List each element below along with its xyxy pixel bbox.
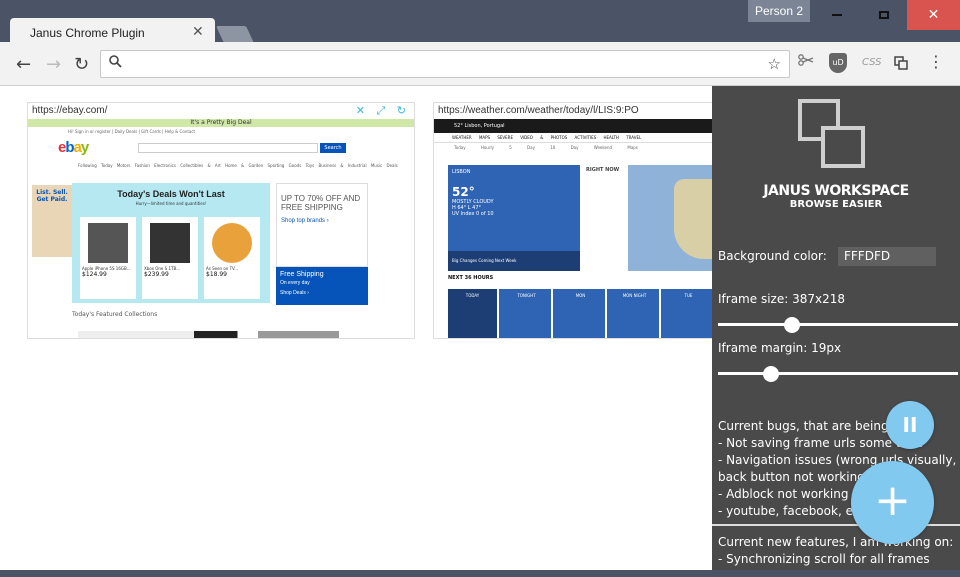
- deal-item-image: [150, 223, 190, 263]
- iframe-margin-label: Iframe margin: 19px: [718, 341, 842, 355]
- forward-button[interactable]: →: [46, 54, 61, 75]
- address-input[interactable]: [129, 53, 729, 75]
- add-frame-button[interactable]: +: [851, 461, 934, 544]
- deal-item[interactable]: Apple iPhone 5S 16GB... $124.99: [80, 217, 136, 299]
- reload-button[interactable]: ↻: [74, 54, 89, 75]
- frame-tools-icons[interactable]: ✕ ⤢ ↻: [356, 104, 410, 118]
- deal-item[interactable]: As Seen on TV... $18.99: [204, 217, 260, 299]
- right-now-label: RIGHT NOW: [586, 167, 620, 173]
- window-bottom-border: [0, 570, 960, 577]
- weather-news-bar[interactable]: Big Changes Coming Next Week: [448, 251, 580, 271]
- deal-item-image: [88, 223, 128, 263]
- tab-title: Janus Chrome Plugin: [30, 26, 145, 40]
- new-tab-button[interactable]: [216, 26, 254, 43]
- bugs-line: - Navigation issues (wrong urls visually…: [718, 453, 957, 467]
- iframe-margin-slider-track[interactable]: [718, 372, 958, 375]
- background-color-label: Background color:: [718, 249, 827, 263]
- featured-collections-strip[interactable]: [78, 331, 368, 338]
- free-shipping-banner[interactable]: Free Shipping On every day Shop Deals ›: [276, 267, 368, 305]
- back-button[interactable]: ←: [16, 54, 31, 75]
- features-line: - Synchronizing scroll for all frames: [718, 552, 930, 566]
- weather-header[interactable]: 52° Lisbon, Portugal: [434, 119, 712, 133]
- weather-subnav[interactable]: Today Hourly 5 Day 10 Day Weekend Maps: [434, 143, 712, 153]
- ebay-top-links[interactable]: Hi! Sign in or register | Daily Deals | …: [28, 127, 414, 137]
- minimize-icon: [831, 14, 842, 16]
- deal-item-image: [212, 223, 252, 263]
- deals-subtitle: Hurry—limited time and quantities!: [135, 201, 207, 206]
- ebay-search-button[interactable]: Search: [320, 143, 346, 153]
- weather-location: LISBON: [452, 169, 471, 175]
- browser-toolbar: ← → ↻ ☆ uD CSS ⋮: [0, 42, 960, 86]
- deal-item-name: Xbox One S 1TB...: [144, 266, 181, 271]
- ebay-deals-panel: Today's Deals Won't Last Hurry—limited t…: [72, 183, 270, 303]
- deal-item-price: $18.99: [206, 271, 227, 278]
- bookmark-star-icon[interactable]: ☆: [768, 55, 781, 73]
- forecast-tile[interactable]: MON: [556, 289, 607, 338]
- workspace-subtitle: BROWSE EASIER: [789, 199, 883, 210]
- ebay-logo[interactable]: ebay: [58, 139, 89, 156]
- deals-title: Today's Deals Won't Last: [117, 189, 225, 199]
- ebay-search-input[interactable]: [138, 143, 318, 153]
- deal-item-name: As Seen on TV...: [206, 266, 239, 271]
- janus-extension-icon[interactable]: [894, 56, 908, 70]
- css-extension-icon[interactable]: CSS: [862, 57, 882, 68]
- tab-close-icon[interactable]: ✕: [192, 24, 204, 40]
- shipping-title: Free Shipping: [280, 271, 324, 278]
- forecast-tile[interactable]: TUE: [664, 289, 712, 338]
- forecast-tile[interactable]: TODAY: [448, 289, 499, 338]
- iframe-size-slider-thumb[interactable]: [784, 317, 800, 333]
- weather-map[interactable]: [628, 165, 712, 271]
- frame-url[interactable]: https://weather.com/weather/today/l/LIS:…: [434, 103, 712, 119]
- maximize-button[interactable]: [860, 0, 907, 30]
- featured-collections-heading: Today's Featured Collections: [72, 311, 158, 318]
- iframe-ebay[interactable]: https://ebay.com/ ✕ ⤢ ↻ It's a Pretty Bi…: [27, 102, 415, 339]
- deal-item-price: $239.99: [144, 271, 169, 278]
- window-titlebar: Janus Chrome Plugin ✕ Person 2 ✕: [0, 0, 960, 48]
- address-bar[interactable]: ☆: [100, 50, 790, 78]
- ublock-extension-icon[interactable]: uD: [829, 53, 847, 73]
- close-window-button[interactable]: ✕: [907, 0, 960, 30]
- deal-item-price: $124.99: [82, 271, 107, 278]
- weather-nav[interactable]: WEATHER MAPS SEVERE VIDEO & PHOTOS ACTIV…: [434, 133, 712, 143]
- browser-menu-icon[interactable]: ⋮: [928, 52, 944, 71]
- weather-uv: UV Index 0 of 10: [452, 211, 494, 217]
- features-line: Current new features, I am working on:: [718, 535, 954, 549]
- search-icon: [109, 55, 122, 72]
- forecast-tile[interactable]: TONIGHT: [502, 289, 553, 338]
- workspace-canvas: https://ebay.com/ ✕ ⤢ ↻ It's a Pretty Bi…: [0, 86, 713, 570]
- deal-item-name: Apple iPhone 5S 16GB...: [82, 266, 131, 271]
- weather-next-hours-label: NEXT 36 HOURS: [448, 275, 494, 281]
- profile-button[interactable]: Person 2: [748, 0, 810, 22]
- shipping-subtitle: On every day: [280, 280, 310, 286]
- janus-logo-icon: [798, 99, 865, 168]
- forecast-tile[interactable]: MON NIGHT: [610, 289, 661, 338]
- iframe-size-label: Iframe size: 387x218: [718, 292, 845, 306]
- shipping-link[interactable]: Shop Deals ›: [280, 290, 364, 296]
- deal-item[interactable]: Xbox One S 1TB... $239.99: [142, 217, 198, 299]
- iframe-size-slider-track[interactable]: [718, 323, 958, 326]
- map-land: [674, 179, 712, 259]
- background-color-input[interactable]: [838, 247, 936, 266]
- scissors-extension-icon[interactable]: [798, 54, 814, 70]
- weather-temperature: 52°: [452, 185, 475, 199]
- maximize-icon: [878, 11, 889, 19]
- iframe-weather[interactable]: https://weather.com/weather/today/l/LIS:…: [433, 102, 713, 339]
- ebay-promo[interactable]: UP TO 70% OFF AND FREE SHIPPING Shop top…: [276, 183, 368, 267]
- ebay-side-ad[interactable]: List. Sell. Get Paid.: [32, 185, 72, 257]
- promo-text: UP TO 70% OFF AND FREE SHIPPING: [281, 194, 361, 212]
- promo-link[interactable]: Shop top brands ›: [281, 218, 363, 224]
- iframe-margin-slider-thumb[interactable]: [763, 366, 779, 382]
- pause-button[interactable]: II: [886, 401, 934, 449]
- workspace-title: JANUS WORKSPACE: [763, 183, 909, 199]
- ebay-banner[interactable]: It's a Pretty Big Deal: [28, 119, 414, 127]
- ebay-categories[interactable]: Following Today Motors Fashion Electroni…: [78, 163, 398, 168]
- weather-forecast-tiles: TODAY TONIGHT MON MON NIGHT TUE: [448, 289, 712, 338]
- weather-current-card[interactable]: LISBON 52° MOSTLY CLOUDY H 64° L 47° UV …: [448, 165, 580, 271]
- weather-right-now: RIGHT NOW: [584, 165, 624, 271]
- minimize-button[interactable]: [813, 0, 860, 30]
- features-list: Current new features, I am working on: -…: [718, 534, 960, 568]
